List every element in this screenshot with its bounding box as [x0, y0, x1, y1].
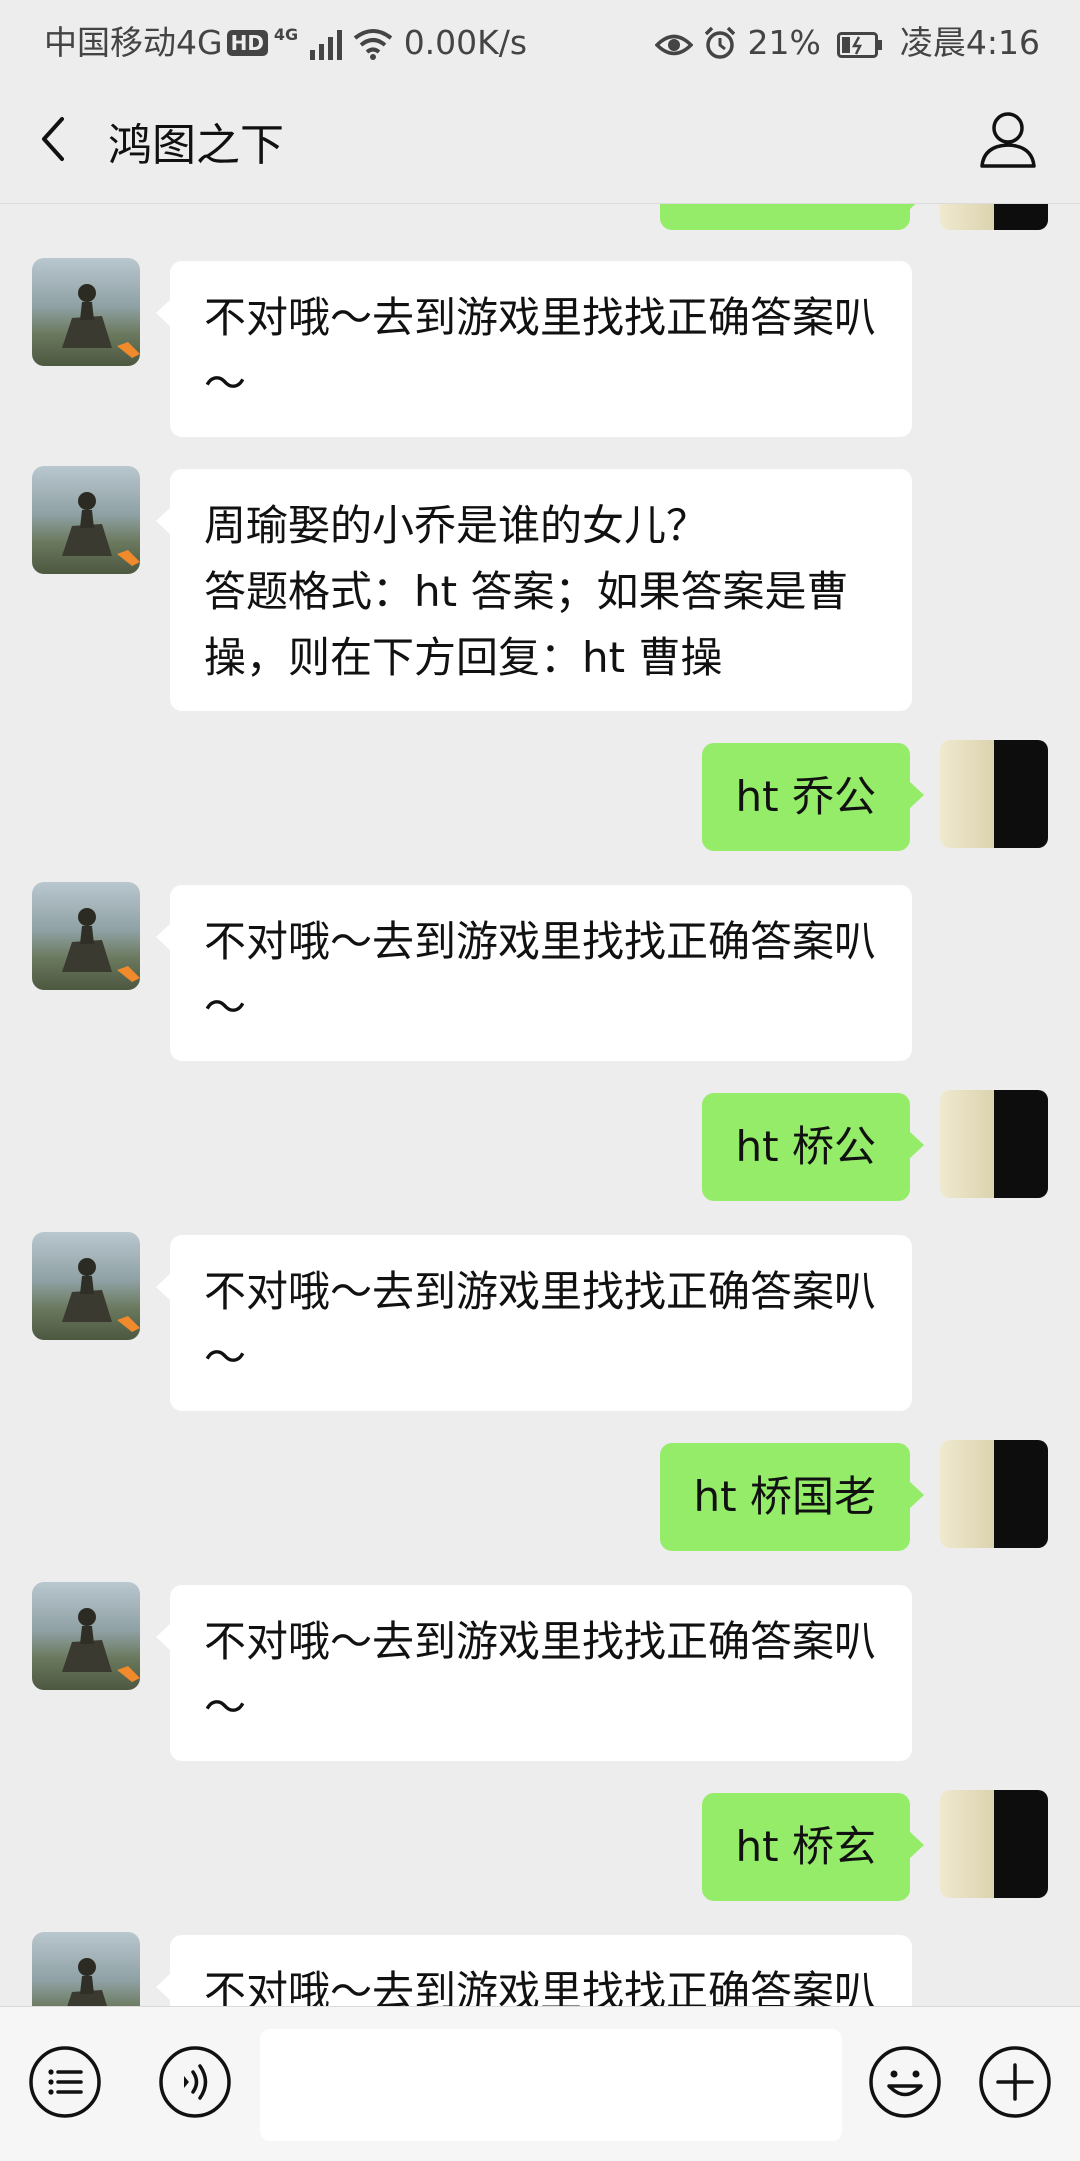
clock-time: 凌晨4:16	[899, 23, 1040, 62]
rider-icon	[62, 1258, 140, 1332]
message-bubble[interactable]: ht 桥国老	[659, 1443, 925, 1551]
status-bar: 中国移动4G HD 4G 0.00K/s 21% 凌晨4:16	[0, 0, 1080, 75]
status-right: 21% 凌晨4:16	[654, 16, 1040, 64]
eye-icon	[654, 34, 693, 56]
message-bubble[interactable]: 不对哦～去到游戏里找找正确答案叭～	[156, 1585, 912, 1761]
rider-icon	[62, 284, 140, 358]
message-bubble[interactable]: ht 桥玄	[701, 1793, 925, 1901]
status-left: 中国移动4G HD 4G 0.00K/s	[44, 16, 527, 64]
battery-percent: 21%	[747, 23, 821, 62]
official-account-avatar[interactable]	[32, 1932, 140, 2006]
rider-icon	[67, 1958, 107, 2006]
message-bubble[interactable]: 不对哦～去到游戏里找找正确答案叭～	[156, 1935, 912, 2006]
wifi-icon	[353, 29, 393, 60]
message-bubble[interactable]: 不对哦～去到游戏里找找正确答案叭～	[156, 261, 912, 437]
signal-icon	[309, 30, 342, 60]
message-row	[0, 204, 1080, 230]
alarm-icon	[704, 26, 736, 59]
chat-title: 鸿图之下	[108, 120, 284, 171]
user-avatar[interactable]	[940, 1090, 1048, 1198]
network-badge: 4G	[273, 25, 299, 44]
official-account-avatar[interactable]	[32, 466, 140, 574]
menu-list-icon[interactable]	[28, 2045, 102, 2119]
emoji-icon[interactable]	[868, 2045, 942, 2119]
user-avatar[interactable]	[940, 1790, 1048, 1898]
message-bubble-partial[interactable]	[660, 204, 924, 230]
message-input[interactable]	[260, 2029, 842, 2141]
network-speed: 0.00K/s	[403, 23, 528, 62]
official-account-avatar[interactable]	[32, 258, 140, 366]
message-bubble[interactable]: ht 桥公	[701, 1093, 925, 1201]
message-bubble[interactable]: 周瑜娶的小乔是谁的女儿？ 答题格式：ht 答案；如果答案是曹操，则在下方回复：h…	[156, 469, 912, 711]
chat-message-list[interactable]: 不对哦～去到游戏里找找正确答案叭～ 周瑜娶的小乔是谁的女儿？ 答题格式：ht 答…	[0, 204, 1080, 2006]
message-bubble[interactable]: 不对哦～去到游戏里找找正确答案叭～	[156, 885, 912, 1061]
message-bubble[interactable]: ht 乔公	[701, 743, 925, 851]
carrier-text: 中国移动4G	[44, 23, 223, 62]
user-avatar[interactable]	[940, 1440, 1048, 1548]
chat-header: 鸿图之下	[0, 75, 1080, 204]
rider-icon	[62, 492, 140, 566]
profile-icon[interactable]	[978, 108, 1038, 170]
plus-icon[interactable]	[978, 2045, 1052, 2119]
official-account-avatar[interactable]	[32, 882, 140, 990]
hd-badge: HD	[226, 30, 268, 56]
rider-icon	[62, 908, 140, 982]
official-account-avatar[interactable]	[32, 1582, 140, 1690]
voice-icon[interactable]	[158, 2045, 232, 2119]
input-bar	[0, 2006, 1080, 2161]
back-arrow-icon[interactable]	[30, 109, 80, 169]
user-avatar[interactable]	[940, 740, 1048, 848]
message-bubble[interactable]: 不对哦～去到游戏里找找正确答案叭～	[156, 1235, 912, 1411]
user-avatar[interactable]	[940, 204, 1048, 230]
rider-icon	[62, 1608, 140, 1682]
official-account-avatar[interactable]	[32, 1232, 140, 1340]
battery-icon	[837, 32, 883, 58]
